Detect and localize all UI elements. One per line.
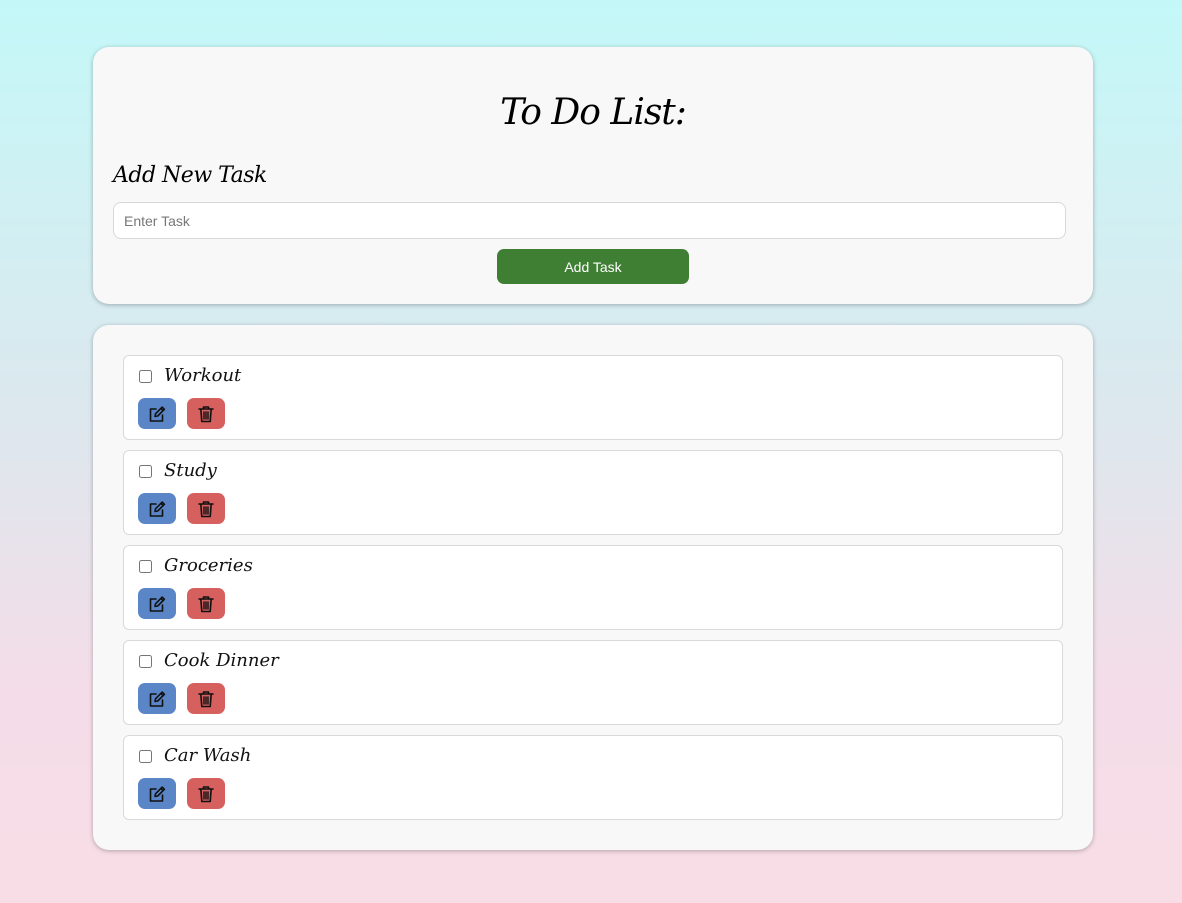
pencil-square-icon <box>149 785 166 802</box>
page-title: To Do List: <box>500 92 687 133</box>
edit-task-button[interactable] <box>138 778 176 809</box>
edit-task-button[interactable] <box>138 398 176 429</box>
edit-task-button[interactable] <box>138 683 176 714</box>
delete-task-button[interactable] <box>187 588 225 619</box>
task-checkbox[interactable] <box>139 750 152 763</box>
pencil-square-icon <box>149 595 166 612</box>
task-item: Cook Dinner <box>123 640 1063 725</box>
delete-task-button[interactable] <box>187 398 225 429</box>
task-label: Groceries <box>164 555 253 576</box>
add-task-button[interactable]: Add Task <box>497 249 689 284</box>
task-label: Workout <box>164 365 242 386</box>
task-checkbox[interactable] <box>139 655 152 668</box>
trash-icon <box>198 690 214 707</box>
add-task-card: To Do List: Add New Task Add Task <box>93 47 1093 304</box>
task-checkbox[interactable] <box>139 560 152 573</box>
pencil-square-icon <box>149 690 166 707</box>
delete-task-button[interactable] <box>187 493 225 524</box>
delete-task-button[interactable] <box>187 683 225 714</box>
task-checkbox[interactable] <box>139 465 152 478</box>
trash-icon <box>198 595 214 612</box>
task-checkbox[interactable] <box>139 370 152 383</box>
task-item: Study <box>123 450 1063 535</box>
task-list-card: Workout Study Groceries Cook Dinner Car … <box>93 325 1093 850</box>
pencil-square-icon <box>149 500 166 517</box>
delete-task-button[interactable] <box>187 778 225 809</box>
task-list: Workout Study Groceries Cook Dinner Car … <box>123 355 1063 830</box>
task-item: Groceries <box>123 545 1063 630</box>
trash-icon <box>198 500 214 517</box>
pencil-square-icon <box>149 405 166 422</box>
task-label: Car Wash <box>164 745 252 766</box>
trash-icon <box>198 405 214 422</box>
add-task-heading: Add New Task <box>113 163 267 188</box>
trash-icon <box>198 785 214 802</box>
task-label: Cook Dinner <box>164 650 279 671</box>
task-item: Workout <box>123 355 1063 440</box>
task-input[interactable] <box>113 202 1066 239</box>
edit-task-button[interactable] <box>138 493 176 524</box>
task-item: Car Wash <box>123 735 1063 820</box>
task-label: Study <box>164 460 217 481</box>
edit-task-button[interactable] <box>138 588 176 619</box>
